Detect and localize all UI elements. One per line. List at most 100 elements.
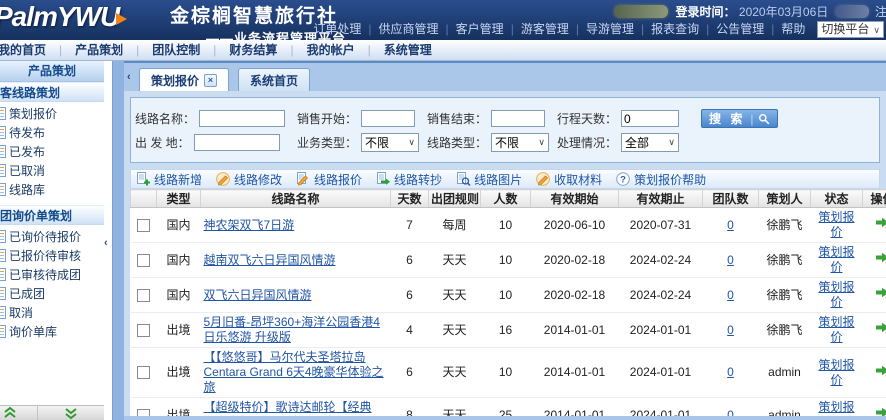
horizontal-scroll-strip[interactable] bbox=[124, 416, 886, 420]
teams-count-link[interactable]: 0 bbox=[727, 218, 734, 232]
quote-help-button[interactable]: ?策划报价帮助 bbox=[616, 171, 706, 188]
login-info-row: 登录时间： 2020年03月06日 注销 bbox=[614, 3, 886, 20]
sale-start-field[interactable] bbox=[361, 110, 415, 127]
departure-field[interactable] bbox=[194, 134, 280, 151]
valid-to-cell: 2024-01-01 bbox=[619, 348, 703, 398]
chevron-down-icon: ∨ bbox=[668, 137, 675, 148]
sidebar-item[interactable]: 已询价待报价 bbox=[0, 228, 104, 247]
top-menu-item[interactable]: 订单处理 bbox=[313, 22, 361, 36]
nav-item[interactable]: 产品策划 bbox=[62, 40, 136, 61]
platform-switch-select[interactable]: 切换平台∨ bbox=[817, 21, 884, 38]
route-quote-button[interactable]: 线路报价 bbox=[296, 171, 362, 188]
go-operation-button[interactable] bbox=[875, 321, 886, 339]
route-add-button[interactable]: 线路新增 bbox=[136, 171, 202, 188]
body-row: 产品策划 散客线路策划策划报价待发布已发布已取消线路库跟团询价单策划已询价待报价… bbox=[0, 61, 886, 420]
teams-count-link[interactable]: 0 bbox=[727, 323, 734, 337]
route-name-link[interactable]: 越南双飞六日异国风情游 bbox=[204, 253, 336, 267]
field-label: 处理情况： bbox=[557, 134, 617, 151]
status-link[interactable]: 策划报价 bbox=[818, 210, 854, 239]
nav-item[interactable]: 财务结算 bbox=[216, 40, 290, 61]
nav-item[interactable]: 我的首页 bbox=[0, 40, 59, 61]
planner-cell: 徐鹏飞 bbox=[759, 208, 811, 243]
sidebar-item[interactable]: 已报价待审核 bbox=[0, 247, 104, 266]
status-link[interactable]: 策划报价 bbox=[818, 280, 854, 309]
trip-days-field[interactable] bbox=[621, 110, 679, 127]
nav-item[interactable]: 团队控制 bbox=[139, 40, 213, 61]
row-checkbox[interactable] bbox=[137, 254, 150, 267]
sidebar-item[interactable]: 线路库 bbox=[0, 181, 104, 200]
top-menu-item[interactable]: 客户管理 bbox=[456, 22, 504, 36]
checkbox-cell bbox=[131, 278, 157, 313]
panel-splitter[interactable] bbox=[112, 61, 124, 420]
search-button[interactable]: 搜 索| bbox=[701, 109, 778, 128]
checkbox-cell bbox=[131, 208, 157, 243]
nav-item[interactable]: 系统管理 bbox=[371, 40, 445, 61]
sidebar-item[interactable]: 已审核待成团 bbox=[0, 266, 104, 285]
top-menu-item[interactable]: 导游管理 bbox=[586, 22, 634, 36]
sidebar-item[interactable]: 策划报价 bbox=[0, 105, 104, 124]
sidebar-item[interactable]: 已取消 bbox=[0, 162, 104, 181]
top-menu-item[interactable]: 供应商管理 bbox=[379, 22, 439, 36]
departure-rule-cell: 天天 bbox=[429, 313, 481, 348]
row-checkbox[interactable] bbox=[137, 219, 150, 232]
logout-link[interactable]: 注销 bbox=[875, 5, 886, 19]
nav-item[interactable]: 我的帐户 bbox=[294, 40, 368, 61]
top-menu-item[interactable]: 公告管理 bbox=[716, 22, 764, 36]
sidebar-item[interactable]: 已成团 bbox=[0, 285, 104, 304]
valid-to-cell: 2024-01-01 bbox=[619, 313, 703, 348]
teams-count-link[interactable]: 0 bbox=[727, 288, 734, 302]
route-image-button[interactable]: 线路图片 bbox=[456, 171, 522, 188]
route-add-icon bbox=[136, 172, 151, 186]
sidebar-item-label: 已报价待审核 bbox=[9, 249, 81, 263]
sidebar-item[interactable]: 已发布 bbox=[0, 143, 104, 162]
status-link[interactable]: 策划报价 bbox=[818, 315, 854, 344]
teams-count-link[interactable]: 0 bbox=[727, 253, 734, 267]
go-operation-button[interactable] bbox=[875, 216, 886, 234]
row-checkbox[interactable] bbox=[137, 324, 150, 337]
business-type-select[interactable]: 不限∨ bbox=[361, 133, 419, 152]
status-link[interactable]: 策划报价 bbox=[818, 245, 854, 274]
top-menu-item[interactable]: 报表查询 bbox=[651, 22, 699, 36]
top-menu-item[interactable]: 帮助 bbox=[781, 22, 805, 36]
route-name-field[interactable] bbox=[199, 110, 285, 127]
row-checkbox[interactable] bbox=[137, 366, 150, 379]
tab-system-home[interactable]: 系统首页 bbox=[238, 68, 310, 91]
route-name-link[interactable]: 神农架双飞7日游 bbox=[204, 218, 295, 232]
redacted-username bbox=[614, 5, 668, 18]
scroll-down-button[interactable] bbox=[38, 406, 104, 420]
document-icon bbox=[0, 145, 6, 158]
scroll-up-button[interactable] bbox=[0, 406, 38, 420]
top-menu-item[interactable]: 游客管理 bbox=[521, 22, 569, 36]
route-name-cell: 双飞六日异国风情游 bbox=[201, 278, 391, 313]
tab-planning-quote[interactable]: 策划报价 bbox=[139, 68, 229, 91]
form-field: 销售结束： bbox=[427, 110, 549, 127]
select-value: 不限 bbox=[365, 134, 389, 151]
route-name-link[interactable]: 5月旧番-昂坪360+海洋公园香港4日乐悠游 升级版 bbox=[204, 315, 380, 344]
sidebar-item[interactable]: 询价单库 bbox=[0, 323, 104, 342]
row-checkbox[interactable] bbox=[137, 289, 150, 302]
route-edit-button[interactable]: 线路修改 bbox=[216, 171, 282, 188]
main-nav: 我的首页|产品策划|团队控制|财务结算|我的帐户|系统管理 bbox=[0, 40, 886, 61]
go-operation-button[interactable] bbox=[875, 364, 886, 382]
sale-end-field[interactable] bbox=[491, 110, 545, 127]
tab-scroll-left-icon[interactable]: ‹ bbox=[127, 71, 131, 83]
search-button-label: 搜 索 bbox=[709, 110, 745, 127]
go-operation-button[interactable] bbox=[875, 251, 886, 269]
form-field: 线路类型：不限∨ bbox=[427, 133, 549, 152]
teams-count-link[interactable]: 0 bbox=[727, 365, 734, 379]
sidebar-item[interactable]: 待发布 bbox=[0, 124, 104, 143]
route-name-link[interactable]: 双飞六日异国风情游 bbox=[204, 288, 312, 302]
sidebar-item[interactable]: 取消 bbox=[0, 304, 104, 323]
valid-from-cell: 2020-02-18 bbox=[531, 278, 619, 313]
status-link[interactable]: 策划报价 bbox=[818, 358, 854, 387]
route-name-link[interactable]: 【【悠悠哥】马尔代夫圣塔拉岛 Centara Grand 6天4晚豪华体验之旅 bbox=[204, 350, 384, 394]
route-copy-button[interactable]: 线路转抄 bbox=[376, 171, 442, 188]
collapse-sidebar-arrow-icon[interactable]: ‹ bbox=[104, 237, 108, 249]
go-operation-button[interactable] bbox=[875, 286, 886, 304]
tab-close-icon[interactable] bbox=[204, 74, 217, 87]
route-type-select[interactable]: 不限∨ bbox=[491, 133, 549, 152]
top-banner: PalmYWU 金棕榈智慧旅行社 ——业务流程管理平台 登录时间： 2020年0… bbox=[0, 0, 886, 40]
process-status-select[interactable]: 全部∨ bbox=[621, 133, 679, 152]
days-cell: 4 bbox=[391, 313, 429, 348]
collect-material-button[interactable]: 收取材料 bbox=[536, 171, 602, 188]
